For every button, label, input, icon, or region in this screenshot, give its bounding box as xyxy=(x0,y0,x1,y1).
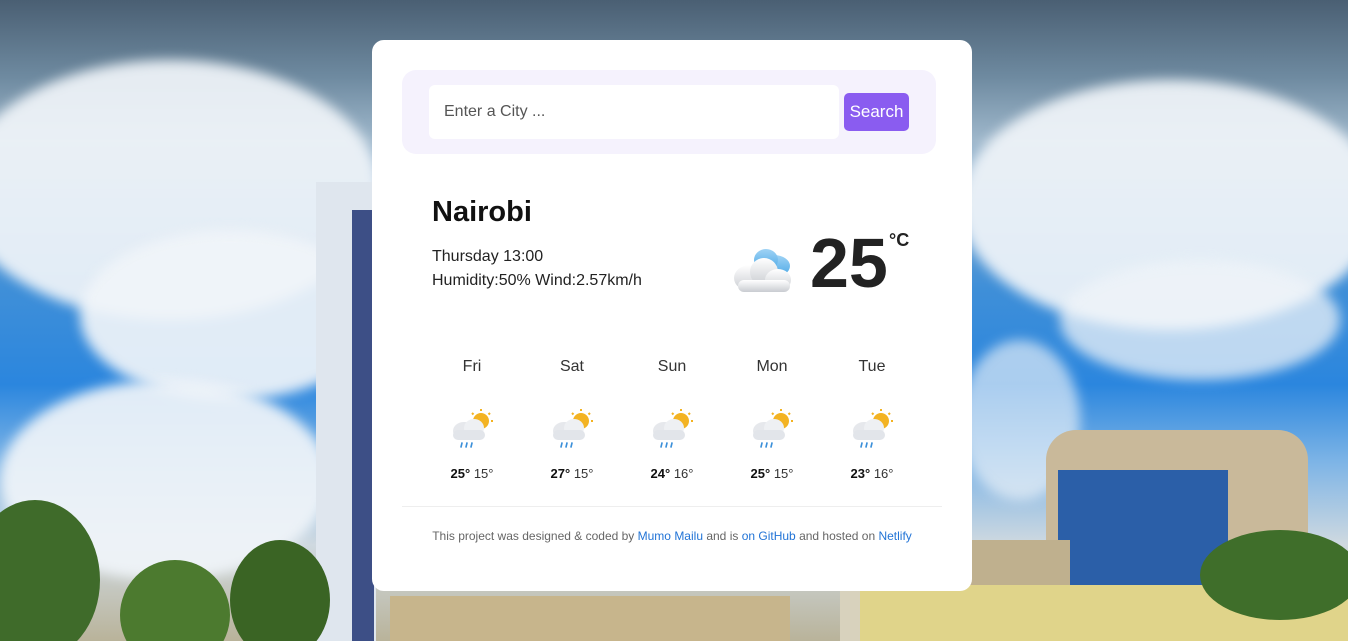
forecast-min: 16° xyxy=(873,466,894,481)
current-temperature: 25 xyxy=(810,224,888,302)
forecast-day: Tue 23° 16° xyxy=(822,358,922,481)
wind-label: Wind: xyxy=(535,272,577,289)
netlify-link[interactable]: Netlify xyxy=(878,529,911,543)
temperature-unit[interactable]: °C xyxy=(889,230,909,251)
forecast-temps: 23° 16° xyxy=(822,466,922,481)
footer-divider xyxy=(402,506,942,507)
forecast-day: Mon 25° 15° xyxy=(722,358,822,481)
humidity-label: Humidity: xyxy=(432,272,499,289)
footer-text: and hosted on xyxy=(795,529,879,543)
forecast-temps: 25° 15° xyxy=(422,466,522,481)
forecast-day: Fri 25° 15° xyxy=(422,358,522,481)
forecast-day: Sun 24° 16° xyxy=(622,358,722,481)
footer: This project was designed & coded by Mum… xyxy=(372,529,972,543)
wind-value: 2.57km/h xyxy=(576,272,642,289)
forecast-day-name: Tue xyxy=(858,358,886,375)
humidity-value: 50% xyxy=(498,272,531,289)
forecast-max: 27° xyxy=(550,466,571,481)
current-datetime: Thursday 13:00 xyxy=(432,248,544,265)
forecast-day: Sat 27° 15° xyxy=(522,358,622,481)
rain-sun-icon xyxy=(553,409,593,448)
forecast-day-name: Sat xyxy=(559,358,584,375)
author-link[interactable]: Mumo Mailu xyxy=(638,529,703,543)
footer-text: and is xyxy=(703,529,742,543)
forecast-temps: 24° 16° xyxy=(622,466,722,481)
city-search-input[interactable] xyxy=(429,85,839,139)
current-details: Humidity:50% Wind:2.57km/h xyxy=(432,272,642,290)
forecast-temps: 27° 15° xyxy=(522,466,622,481)
search-panel: Search xyxy=(402,70,936,154)
forecast-day-name: Fri xyxy=(462,358,482,375)
rain-sun-icon xyxy=(453,409,493,448)
forecast-day-name: Mon xyxy=(756,358,788,375)
city-name: Nairobi xyxy=(432,196,532,228)
rain-sun-icon xyxy=(753,409,793,448)
weather-card: Search Nairobi Thursday 13:00 Humidity:5… xyxy=(372,40,972,591)
cloud-icon xyxy=(734,249,791,292)
forecast-max: 25° xyxy=(450,466,471,481)
forecast-max: 23° xyxy=(850,466,871,481)
search-button[interactable]: Search xyxy=(844,93,909,131)
forecast-temps: 25° 15° xyxy=(722,466,822,481)
forecast-day-name: Sun xyxy=(657,358,687,375)
rain-sun-icon xyxy=(853,409,893,448)
rain-sun-icon xyxy=(653,409,693,448)
forecast-max: 24° xyxy=(650,466,671,481)
forecast-row: Fri 25° 15° Sat 27° 15° Sun 24° 16° Mon … xyxy=(422,358,922,498)
footer-text: This project was designed & coded by xyxy=(432,529,638,543)
forecast-min: 15° xyxy=(573,466,594,481)
forecast-min: 15° xyxy=(773,466,794,481)
forecast-min: 16° xyxy=(673,466,694,481)
forecast-min: 15° xyxy=(473,466,494,481)
github-link[interactable]: on GitHub xyxy=(742,529,796,543)
forecast-max: 25° xyxy=(750,466,771,481)
